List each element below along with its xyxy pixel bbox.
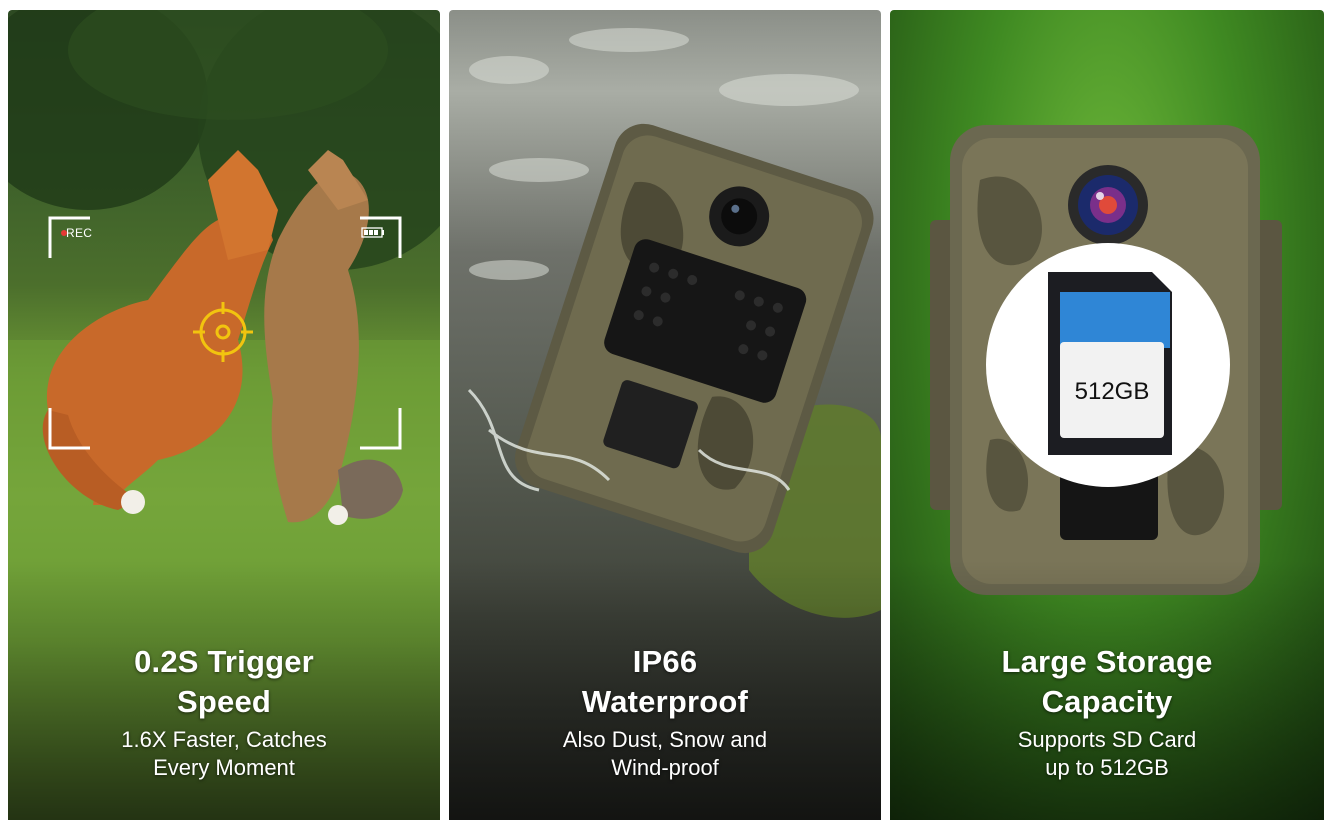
panel-title: Large Storage Capacity <box>890 642 1324 722</box>
panel-subtitle: Also Dust, Snow and Wind-proof <box>449 726 881 782</box>
subtitle-line: 1.6X Faster, Catches <box>121 727 327 752</box>
feature-banner: REC 0.2S Trigger Speed 1.6X Faster, Catc… <box>0 0 1324 820</box>
subtitle-line: Supports SD Card <box>1017 727 1197 752</box>
subtitle-line: Wind-proof <box>611 755 719 780</box>
title-line: Speed <box>176 684 272 719</box>
rec-indicator-label: REC <box>66 226 93 240</box>
panel-subtitle: 1.6X Faster, Catches Every Moment <box>8 726 440 782</box>
title-line: Waterproof <box>581 684 749 719</box>
title-line: Capacity <box>1041 684 1173 719</box>
feature-panel-waterproof: IP66 Waterproof Also Dust, Snow and Wind… <box>449 10 881 820</box>
panel-title: 0.2S Trigger Speed <box>8 642 440 722</box>
title-line: 0.2S Trigger <box>134 644 314 679</box>
panel-subtitle: Supports SD Card up to 512GB <box>890 726 1324 782</box>
panel-title: IP66 Waterproof <box>449 642 881 722</box>
panel-caption: 0.2S Trigger Speed 1.6X Faster, Catches … <box>8 642 440 782</box>
subtitle-line: Also Dust, Snow and <box>562 727 768 752</box>
sd-card-label: 512GB <box>1075 378 1150 405</box>
title-line: IP66 <box>632 644 698 679</box>
panel-caption: Large Storage Capacity Supports SD Card … <box>890 642 1324 782</box>
feature-panel-trigger-speed: REC 0.2S Trigger Speed 1.6X Faster, Catc… <box>8 10 440 820</box>
subtitle-line: Every Moment <box>153 755 295 780</box>
title-line: Large Storage <box>1001 644 1213 679</box>
panel-caption: IP66 Waterproof Also Dust, Snow and Wind… <box>449 642 881 782</box>
feature-panel-storage: 512GB Large Storage Capacity Supports SD… <box>890 10 1324 820</box>
sd-card-icon: 512GB <box>1048 272 1172 455</box>
subtitle-line: up to 512GB <box>1045 755 1169 780</box>
